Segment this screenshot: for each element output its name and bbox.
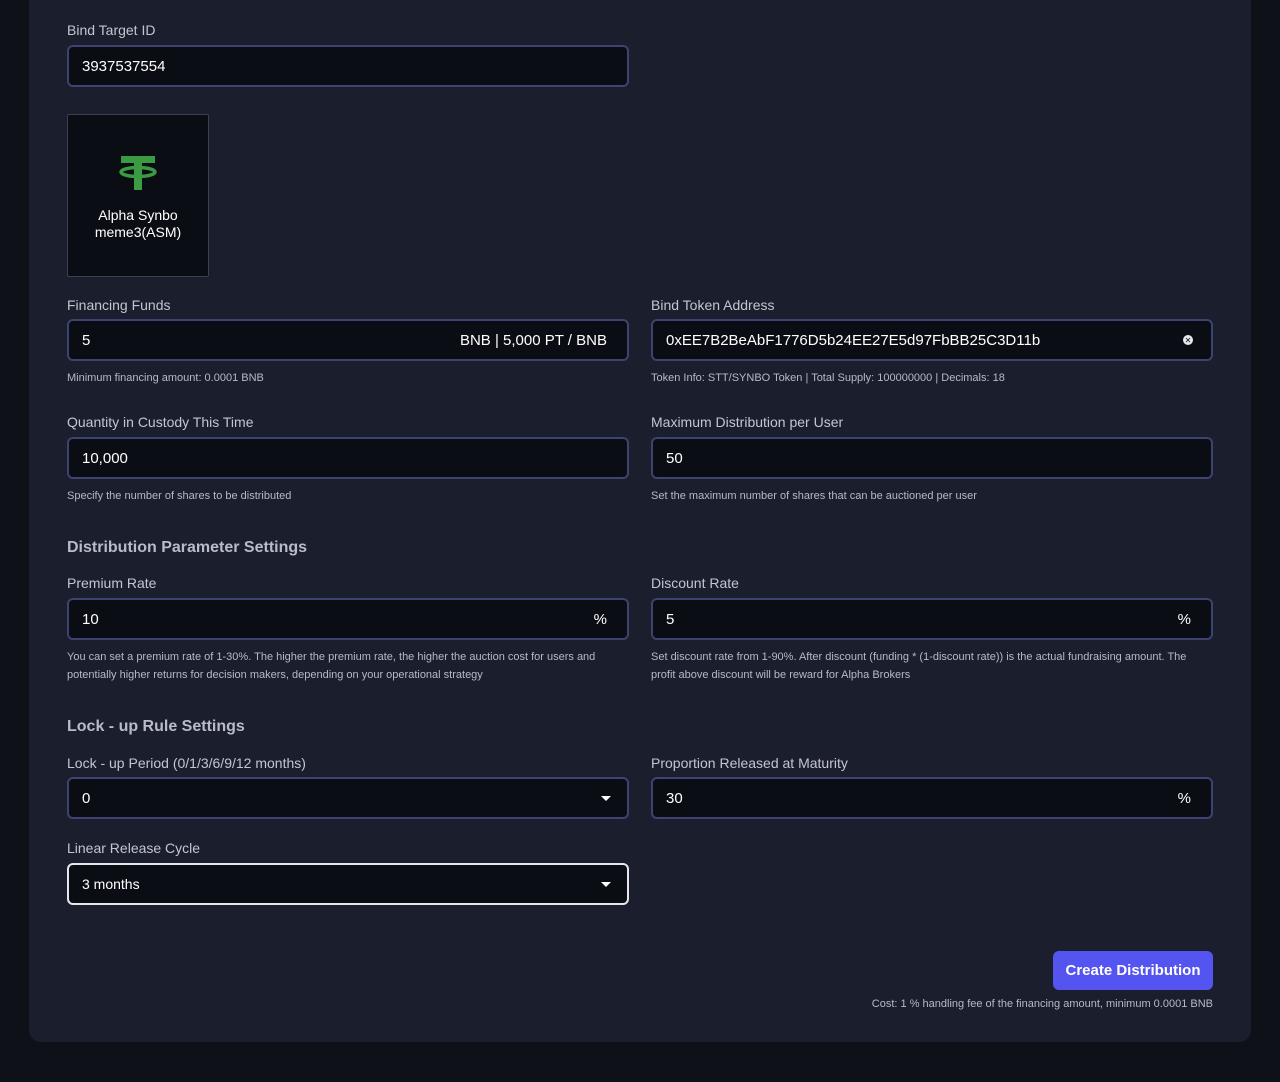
lock-period-select[interactable]: 0	[67, 777, 629, 819]
max-dist-value: 50	[666, 449, 683, 467]
lockup-section-title: Lock - up Rule Settings	[67, 718, 245, 735]
financing-suffix: BNB | 5,000 PT / BNB	[459, 331, 607, 349]
proportion-input[interactable]: 30 %	[651, 777, 1213, 819]
tether-icon	[119, 156, 157, 190]
token-name-line1: Alpha Synbo	[98, 207, 178, 223]
premium-label: Premium Rate	[67, 575, 157, 591]
bind-target-value: 3937537554	[82, 57, 166, 75]
linear-label: Linear Release Cycle	[67, 840, 201, 856]
proportion-label: Proportion Released at Maturity	[651, 755, 848, 771]
proportion-suffix: %	[1177, 789, 1191, 807]
lock-period-value: 0	[82, 789, 91, 807]
cost-note: Cost: 1 % handling fee of the financing …	[871, 998, 1213, 1010]
premium-suffix: %	[593, 610, 607, 628]
max-dist-label: Maximum Distribution per User	[651, 414, 844, 430]
max-dist-hint: Set the maximum number of shares that ca…	[651, 490, 977, 502]
discount-value: 5	[666, 610, 675, 628]
premium-hint: You can set a premium rate of 1-30%. The…	[67, 648, 595, 684]
chevron-down-icon	[601, 795, 611, 801]
linear-release-select[interactable]: 3 months	[67, 863, 629, 905]
bind-target-label: Bind Target ID	[67, 22, 156, 38]
financing-label: Financing Funds	[67, 297, 171, 313]
custody-hint: Specify the number of shares to be distr…	[67, 490, 292, 502]
custody-input[interactable]: 10,000	[67, 437, 629, 479]
bind-token-input[interactable]: 0xEE7B2BeAbF1776D5b24EE27E5d97FbBB25C3D1…	[651, 319, 1213, 361]
discount-hint-line1: Set discount rate from 1-90%. After disc…	[651, 651, 1187, 663]
max-dist-input[interactable]: 50	[651, 437, 1213, 479]
discount-hint-line2: profit above discount will be reward for…	[651, 669, 911, 681]
token-card[interactable]: Alpha Synbo meme3(ASM)	[67, 114, 209, 277]
discount-suffix: %	[1177, 610, 1191, 628]
discount-input[interactable]: 5 %	[651, 598, 1213, 640]
bind-token-label: Bind Token Address	[651, 297, 775, 313]
clear-icon[interactable]: ✕	[1183, 335, 1193, 345]
premium-hint-line1: You can set a premium rate of 1-30%. The…	[67, 651, 596, 663]
custody-label: Quantity in Custody This Time	[67, 414, 254, 430]
distribution-section-title: Distribution Parameter Settings	[67, 539, 308, 556]
premium-hint-line2: potentially higher returns for decision …	[67, 669, 483, 681]
financing-value: 5	[82, 331, 91, 349]
financing-input[interactable]: 5 BNB | 5,000 PT / BNB	[67, 319, 629, 361]
lock-period-label: Lock - up Period (0/1/3/6/9/12 months)	[67, 755, 306, 771]
proportion-value: 30	[666, 789, 683, 807]
bind-token-value: 0xEE7B2BeAbF1776D5b24EE27E5d97FbBB25C3D1…	[666, 331, 1041, 349]
discount-label: Discount Rate	[651, 575, 739, 591]
create-distribution-button[interactable]: Create Distribution	[1053, 951, 1213, 990]
bind-token-hint: Token Info: STT/SYNBO Token | Total Supp…	[651, 372, 1005, 384]
financing-hint: Minimum financing amount: 0.0001 BNB	[67, 372, 264, 384]
discount-hint: Set discount rate from 1-90%. After disc…	[651, 648, 1186, 684]
token-name: Alpha Synbo meme3(ASM)	[95, 207, 181, 241]
bind-target-input[interactable]: 3937537554	[67, 45, 629, 87]
linear-release-value: 3 months	[82, 876, 140, 892]
token-name-line2: meme3(ASM)	[94, 224, 182, 240]
chevron-down-icon	[601, 881, 611, 887]
premium-value: 10	[82, 610, 99, 628]
custody-value: 10,000	[82, 449, 128, 467]
premium-input[interactable]: 10 %	[67, 598, 629, 640]
